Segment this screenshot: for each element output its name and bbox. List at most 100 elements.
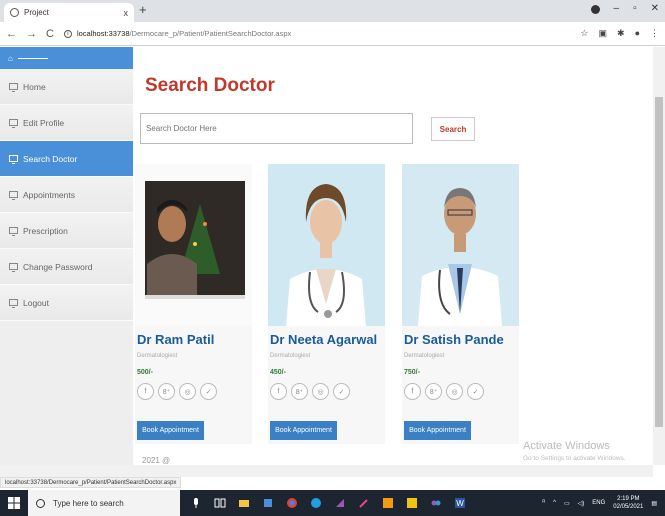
app-icon[interactable] [382,497,394,509]
cortana-icon [36,498,45,508]
clock[interactable]: 2:19 PM 02/05/2021 [613,495,643,511]
app-icon[interactable] [406,497,418,509]
window-controls: – ▫ ✕ [590,3,659,14]
windows-start-button[interactable] [0,497,28,509]
close-window-icon[interactable]: ✕ [651,3,659,14]
microphone-icon[interactable] [190,497,202,509]
forward-icon[interactable]: → [26,28,37,40]
facebook-icon[interactable]: f [404,383,421,400]
google-plus-icon[interactable]: 8⁺ [291,383,308,400]
doctor-name: Dr Satish Pande [404,332,504,347]
sidebar-item-home[interactable]: Home [0,69,133,105]
visual-studio-icon[interactable] [334,497,346,509]
sidebar-item-search-doctor[interactable]: Search Doctor [0,141,133,177]
footer-copyright: 2021 @ [142,456,171,465]
account-icon[interactable]: ● [635,28,640,39]
app-icon[interactable] [430,497,442,509]
browser-tab[interactable]: Project x [4,3,134,22]
google-plus-icon[interactable]: 8⁺ [425,383,442,400]
watermark-subtitle: Go to Settings to activate Windows. [523,455,626,462]
url-field[interactable]: i localhost:33738 /Dermocare_p/Patient/P… [63,29,580,38]
browser-tabbar: Project x + – ▫ ✕ [0,0,665,22]
word-icon[interactable]: W [454,497,466,509]
book-appointment-button[interactable]: Book Appointment [404,421,471,440]
watermark-title: Activate Windows [523,440,610,452]
social-links: f 8⁺ ◎ ✓ [404,383,484,400]
new-tab-button[interactable]: + [139,2,147,17]
windows-icon [8,497,20,509]
puzzle-icon[interactable]: ✱ [617,28,625,39]
notification-icon[interactable]: ▤ [651,500,657,507]
sidebar-item-label: Search Doctor [23,153,78,164]
instagram-icon[interactable]: ◎ [446,383,463,400]
extension-icon[interactable]: ▣ [599,28,608,39]
people-icon[interactable]: ᴿ [542,500,545,506]
doctor-card: Dr Ram Patil Dermatologiest 500/- f 8⁺ ◎… [135,164,252,444]
monitor-icon [9,227,18,236]
horizontal-scrollbar[interactable] [0,465,653,477]
profile-icon[interactable] [590,5,600,14]
star-icon[interactable]: ☆ [580,28,588,39]
doctor-fee: 450/- [270,369,286,376]
app-icon[interactable] [262,497,274,509]
search-input[interactable] [140,113,413,144]
vertical-scrollbar[interactable] [653,47,665,465]
doctor-fee: 750/- [404,369,420,376]
monitor-icon [9,83,18,92]
facebook-icon[interactable]: f [137,383,154,400]
book-appointment-button[interactable]: Book Appointment [270,421,337,440]
sidebar-item-logout[interactable]: Logout [0,285,133,321]
doctor-specialty: Dermatologiest [270,353,311,359]
edge-icon[interactable] [310,497,322,509]
file-explorer-icon[interactable] [238,497,250,509]
network-icon[interactable]: ▭ [564,500,570,507]
sidebar-header: ⌂ [0,47,133,69]
taskbar-search[interactable]: Type here to search [28,490,180,516]
chrome-icon[interactable] [286,497,298,509]
monitor-icon [9,155,18,164]
sidebar-item-label: Edit Profile [23,117,65,128]
info-icon[interactable]: i [63,29,72,38]
tab-close-icon[interactable]: x [124,8,129,18]
minimize-icon[interactable]: – [614,3,620,14]
doctor-photo [268,164,385,326]
menu-icon[interactable]: ⋮ [650,28,659,39]
social-links: f 8⁺ ◎ ✓ [270,383,350,400]
task-view-icon[interactable] [214,497,226,509]
instagram-icon[interactable]: ◎ [179,383,196,400]
doctor-photo [402,164,519,326]
taskbar: Type here to search W ᴿ ^ ▭ ◁) ENG 2:19 … [0,490,665,516]
twitter-icon[interactable]: ✓ [200,383,217,400]
back-icon[interactable]: ← [6,28,17,40]
sidebar-item-change-password[interactable]: Change Password [0,249,133,285]
home-icon: ⌂ [8,53,13,63]
doctor-fee: 500/- [137,369,153,376]
url-host: localhost:33738 [76,29,130,38]
sidebar-item-label: Home [23,81,46,92]
social-links: f 8⁺ ◎ ✓ [137,383,217,400]
paint-icon[interactable] [358,497,370,509]
clock-time: 2:19 PM [617,496,640,502]
sidebar-item-appointments[interactable]: Appointments [0,177,133,213]
system-tray: ᴿ ^ ▭ ◁) ENG 2:19 PM 02/05/2021 ▤ [542,495,665,511]
sidebar-item-prescription[interactable]: Prescription [0,213,133,249]
language-indicator[interactable]: ENG [592,500,605,506]
volume-icon[interactable]: ◁) [578,500,585,507]
book-appointment-button[interactable]: Book Appointment [137,421,204,440]
search-button[interactable]: Search [431,117,475,141]
monitor-icon [9,299,18,308]
main-content: Search Doctor Search Dr Ram Patil Dermat… [133,47,653,465]
clock-date: 02/05/2021 [613,504,644,510]
page-title: Search Doctor [145,75,275,96]
scrollbar-thumb[interactable] [655,97,663,427]
chevron-up-icon[interactable]: ^ [553,500,556,506]
maximize-icon[interactable]: ▫ [633,3,637,14]
globe-icon [10,8,19,17]
google-plus-icon[interactable]: 8⁺ [158,383,175,400]
instagram-icon[interactable]: ◎ [312,383,329,400]
facebook-icon[interactable]: f [270,383,287,400]
twitter-icon[interactable]: ✓ [467,383,484,400]
twitter-icon[interactable]: ✓ [333,383,350,400]
reload-icon[interactable]: C [46,28,54,40]
sidebar-item-edit-profile[interactable]: Edit Profile [0,105,133,141]
